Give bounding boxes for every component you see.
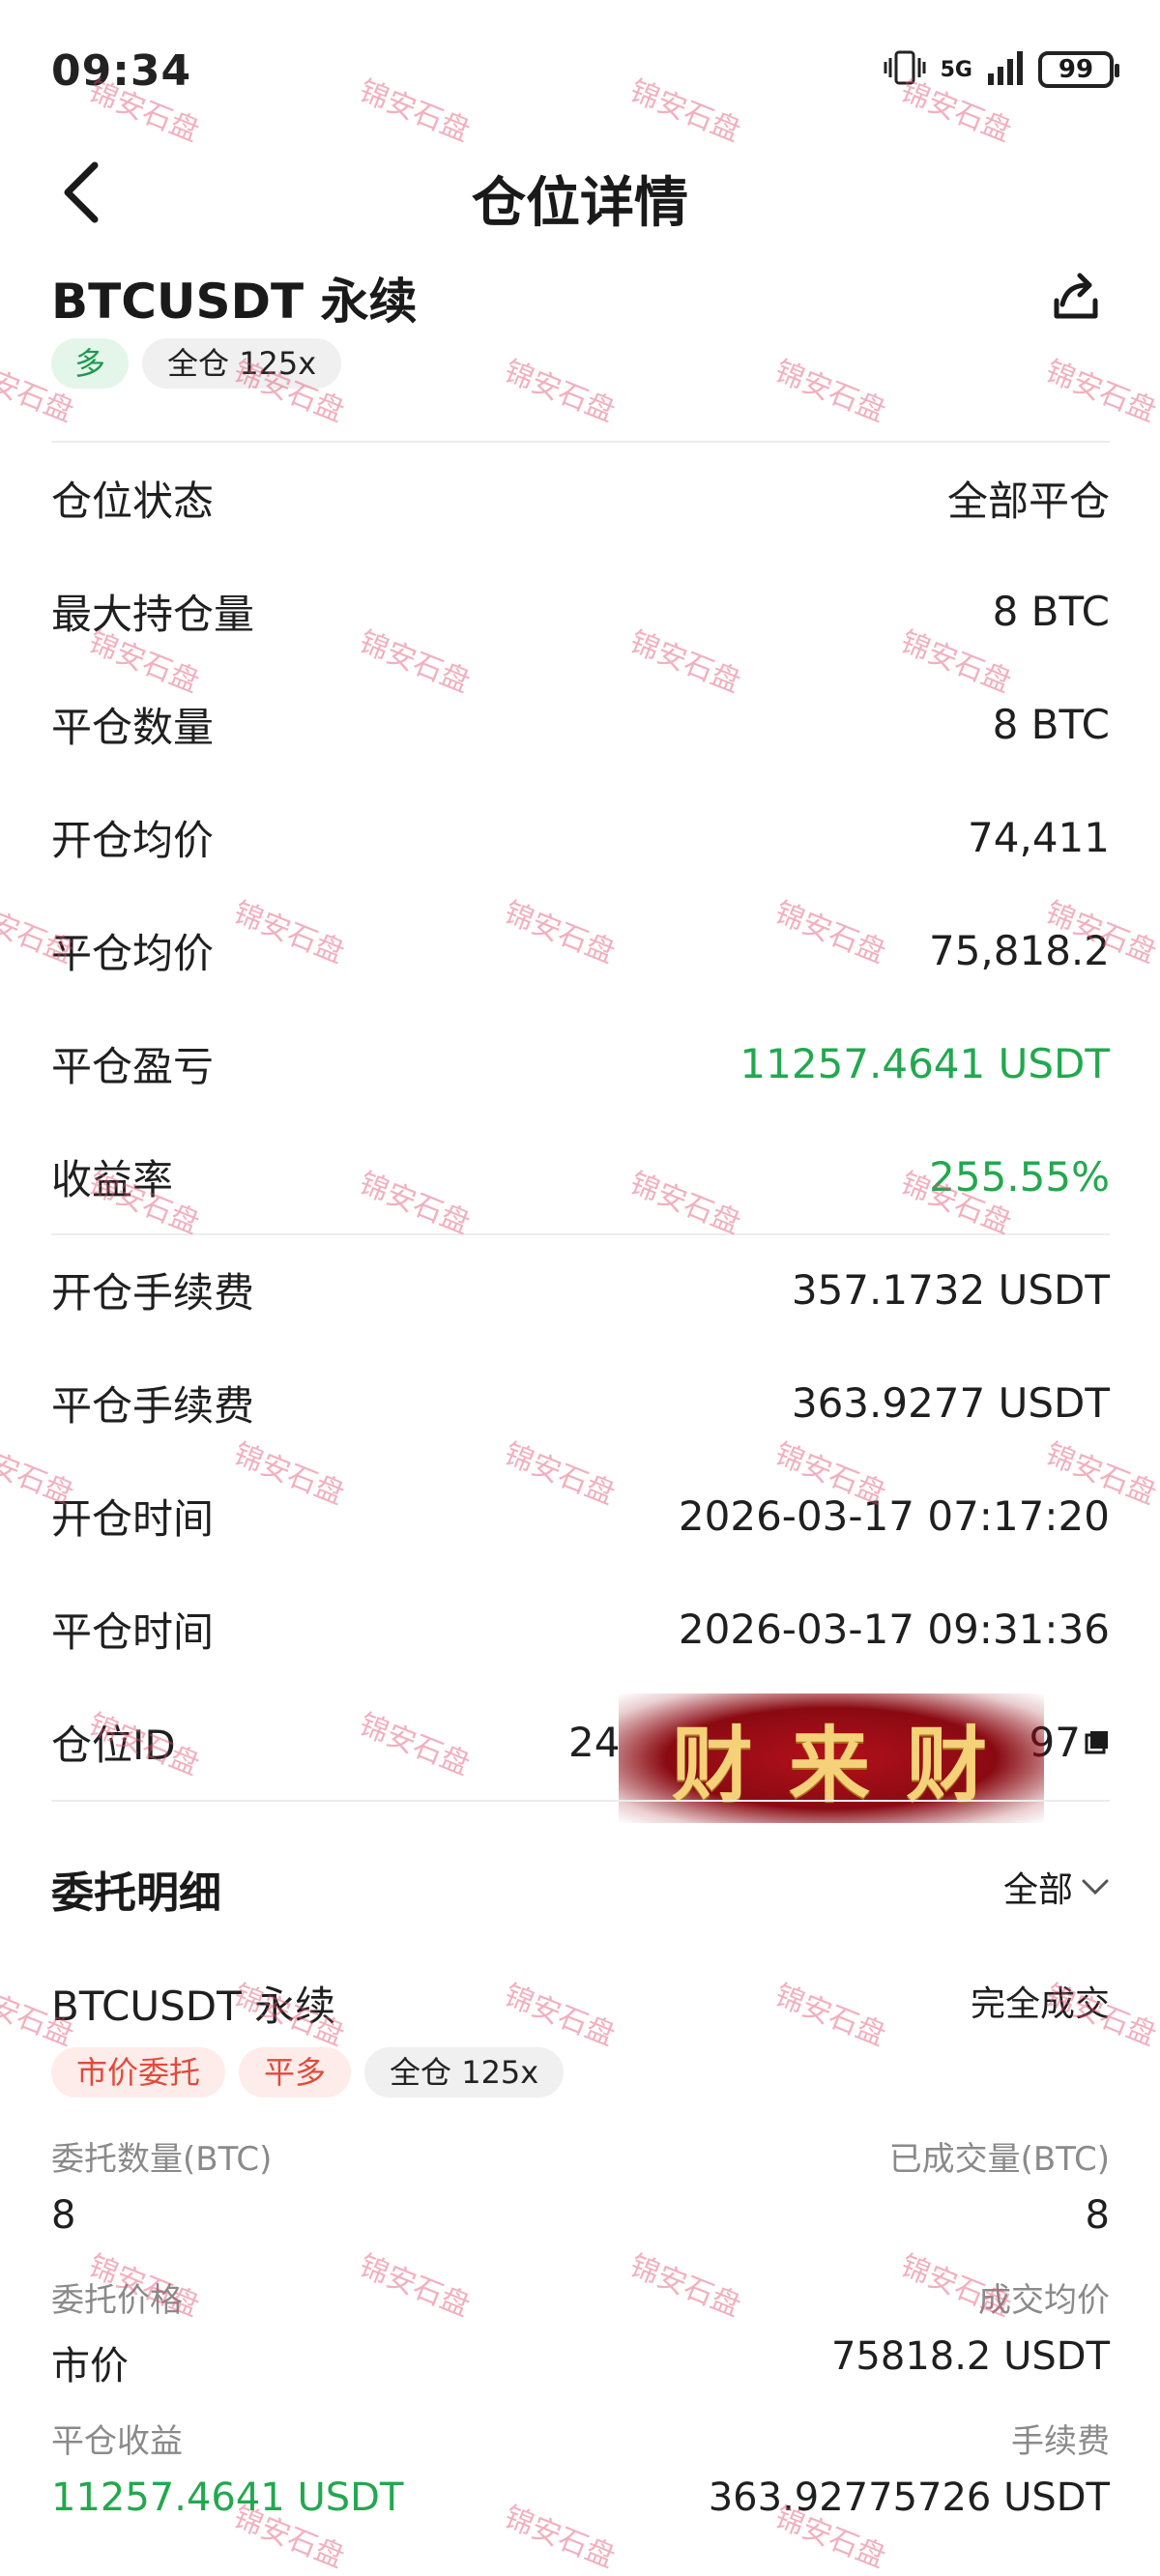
status-icons: 5G 99 xyxy=(883,48,1119,91)
order-fee-value: 363.92775726 USDT xyxy=(708,2475,1110,2520)
order-avg-value: 75818.2 USDT xyxy=(830,2334,1110,2379)
position-tags: 多 全仓 125x xyxy=(51,338,342,389)
row-open-avg-price: 开仓均价 74,411 xyxy=(51,803,1110,871)
order-side-tag: 平多 xyxy=(239,2047,352,2098)
row-label: 平仓数量 xyxy=(51,703,215,751)
row-value: 8 BTC xyxy=(992,700,1110,748)
row-label: 开仓时间 xyxy=(51,1494,215,1543)
order-price: 委托价格 市价 xyxy=(51,2273,183,2390)
order-price-label: 委托价格 xyxy=(51,2281,183,2320)
chevron-down-icon xyxy=(1082,1879,1109,1896)
order-qty: 委托数量(BTC) 8 xyxy=(51,2132,272,2238)
order-avg-label: 成交均价 xyxy=(978,2281,1110,2320)
row-roi: 收益率 255.55% xyxy=(51,1143,1110,1210)
battery-icon: 99 xyxy=(1038,51,1119,88)
divider xyxy=(51,1233,1110,1235)
position-id-prefix: 24 xyxy=(568,1718,621,1766)
order-filled-label: 已成交量(BTC) xyxy=(888,2140,1110,2179)
order-status: 完全成交 xyxy=(970,1984,1110,2024)
row-value: 全部平仓 xyxy=(946,477,1110,525)
row-position-status: 仓位状态 全部平仓 xyxy=(51,464,1110,532)
page-title: 仓位详情 xyxy=(472,172,688,235)
row-value: 75,818.2 xyxy=(928,926,1110,974)
watermark: 锦安石盘 xyxy=(354,2248,475,2324)
order-margin-tag: 全仓 125x xyxy=(364,2047,565,2098)
row-open-time: 开仓时间 2026-03-17 07:17:20 xyxy=(51,1482,1110,1549)
row-label: 平仓手续费 xyxy=(51,1381,255,1430)
row-label: 仓位状态 xyxy=(51,477,215,525)
share-button[interactable] xyxy=(1042,263,1110,331)
section-title: 委托明细 xyxy=(51,1868,221,1918)
row-label: 最大持仓量 xyxy=(51,590,255,638)
margin-mode-tag: 全仓 125x xyxy=(142,338,342,389)
row-value: 2026-03-17 07:17:20 xyxy=(678,1491,1110,1540)
filter-dropdown[interactable]: 全部 xyxy=(1003,1862,1110,1912)
row-close-avg-price: 平仓均价 75,818.2 xyxy=(51,916,1110,984)
nav-bar: 仓位详情 xyxy=(0,145,1160,242)
row-value: 11257.4641 USDT xyxy=(740,1039,1110,1087)
divider xyxy=(51,441,1110,443)
row-label: 开仓手续费 xyxy=(51,1268,255,1317)
order-price-value: 市价 xyxy=(51,2344,129,2388)
status-bar: 09:34 5G 99 xyxy=(0,0,1160,145)
row-open-fee: 开仓手续费 357.1732 USDT xyxy=(51,1256,1110,1323)
row-label: 仓位ID xyxy=(51,1721,176,1769)
watermark: 锦安石盘 xyxy=(499,354,620,429)
order-pnl-value: 11257.4641 USDT xyxy=(51,2475,404,2520)
watermark: 锦安石盘 xyxy=(769,1978,890,2053)
share-icon xyxy=(1054,273,1098,319)
watermark: 锦安石盘 xyxy=(1040,354,1160,429)
watermark: 锦安石盘 xyxy=(499,1978,620,2053)
network-label: 5G xyxy=(940,57,972,82)
order-qty-value: 8 xyxy=(51,2193,76,2238)
row-label: 平仓时间 xyxy=(51,1607,215,1656)
row-close-time: 平仓时间 2026-03-17 09:31:36 xyxy=(51,1595,1110,1663)
order-avg-price: 成交均价 75818.2 USDT xyxy=(831,2273,1110,2379)
row-close-quantity: 平仓数量 8 BTC xyxy=(51,690,1110,758)
filter-label: 全部 xyxy=(1002,1870,1073,1910)
battery-level: 99 xyxy=(1058,55,1094,84)
row-label: 开仓均价 xyxy=(51,816,215,864)
position-symbol: BTCUSDT 永续 xyxy=(51,274,418,330)
row-value: 255.55% xyxy=(929,1152,1110,1201)
order-type-tag: 市价委托 xyxy=(51,2047,226,2098)
order-filled-value: 8 xyxy=(1085,2193,1110,2238)
order-symbol: BTCUSDT 永续 xyxy=(51,1983,336,2030)
order-fee-label: 手续费 xyxy=(1011,2422,1110,2461)
row-value: 8 BTC xyxy=(992,587,1110,635)
row-label: 平仓均价 xyxy=(51,929,215,977)
direction-tag: 多 xyxy=(51,338,130,389)
banner-overlay: 财 来 财 xyxy=(619,1693,1044,1823)
row-label: 收益率 xyxy=(51,1155,174,1203)
watermark: 锦安石盘 xyxy=(769,354,890,429)
vibrate-icon xyxy=(883,48,927,91)
order-filled: 已成交量(BTC) 8 xyxy=(889,2132,1110,2238)
row-label: 平仓盈亏 xyxy=(51,1042,215,1090)
row-value: 2026-03-17 09:31:36 xyxy=(678,1605,1110,1653)
signal-icon xyxy=(986,48,1025,91)
order-tags: 市价委托 平多 全仓 125x xyxy=(51,2047,565,2098)
row-value: 357.1732 USDT xyxy=(791,1265,1110,1314)
watermark: 锦安石盘 xyxy=(624,2248,745,2324)
watermark: 锦安石盘 xyxy=(499,2500,620,2575)
order-qty-label: 委托数量(BTC) xyxy=(51,2140,273,2179)
row-value: 363.9277 USDT xyxy=(791,1378,1110,1427)
status-time: 09:34 xyxy=(51,46,192,96)
row-max-position: 最大持仓量 8 BTC xyxy=(51,577,1110,645)
order-fee: 手续费 363.92775726 USDT xyxy=(709,2415,1110,2520)
copy-icon[interactable] xyxy=(1085,1729,1110,1754)
row-close-fee: 平仓手续费 363.9277 USDT xyxy=(51,1369,1110,1436)
row-close-pnl: 平仓盈亏 11257.4641 USDT xyxy=(51,1029,1110,1097)
divider xyxy=(51,1800,1110,1802)
row-value: 74,411 xyxy=(968,813,1110,861)
order-pnl: 平仓收益 11257.4641 USDT xyxy=(51,2415,403,2520)
order-pnl-label: 平仓收益 xyxy=(51,2422,183,2461)
